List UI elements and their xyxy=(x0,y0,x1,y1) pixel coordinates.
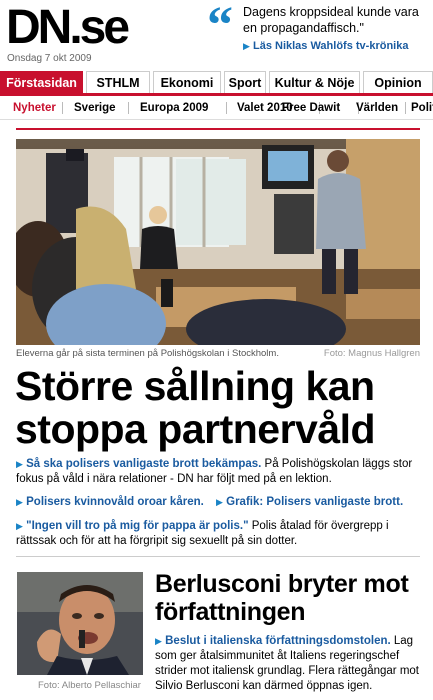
section-divider xyxy=(16,128,420,130)
tab-opinion[interactable]: Opinion xyxy=(363,71,433,93)
article-link[interactable]: Så ska polisers vanligaste brott bekämpa… xyxy=(26,458,261,470)
promo-quote[interactable]: Dagens kroppsideal kunde vara en propaga… xyxy=(243,4,433,36)
classroom-illustration xyxy=(16,139,420,345)
article-link[interactable]: Beslut i italienska författningsdomstole… xyxy=(165,635,391,647)
arrow-right-icon: ▶ xyxy=(16,497,23,507)
sub-nav: Nyheter Sverige Europa 2009 Valet 2010 F… xyxy=(0,97,433,120)
arrow-right-icon: ▶ xyxy=(243,41,250,51)
story-headline[interactable]: Berlusconi bryter mot författningen xyxy=(155,570,425,626)
lead-headline[interactable]: Större sållning kan stoppa partnervåld xyxy=(15,365,425,451)
tab-ekonomi[interactable]: Ekonomi xyxy=(153,71,221,93)
arrow-right-icon: ▶ xyxy=(16,459,23,469)
subnav-free-dawit[interactable]: Free Dawit xyxy=(282,97,340,119)
site-logo[interactable]: DN.se xyxy=(6,4,130,52)
divider xyxy=(405,102,406,114)
current-date: Onsdag 7 okt 2009 xyxy=(7,53,92,64)
tab-forstasidan[interactable]: Förstasidan xyxy=(0,71,83,93)
story-photo-classroom[interactable] xyxy=(16,139,420,345)
divider xyxy=(128,102,129,114)
subnav-varlden[interactable]: Världen xyxy=(356,97,398,119)
tab-kultur-noje[interactable]: Kultur & Nöje xyxy=(269,71,360,93)
photo-credit: Foto: Magnus Hallgren xyxy=(323,348,420,359)
tab-sport[interactable]: Sport xyxy=(224,71,266,93)
subnav-nyheter[interactable]: Nyheter xyxy=(13,97,56,119)
column-promo: Dagens kroppsideal kunde vara en propaga… xyxy=(243,4,433,54)
related-link[interactable]: "Ingen vill tro på mig för pappa är poli… xyxy=(26,520,248,532)
arrow-right-icon: ▶ xyxy=(16,521,23,531)
lead-intro: ▶ Så ska polisers vanligaste brott bekäm… xyxy=(16,457,424,487)
promo-link[interactable]: ▶ Läs Niklas Wahlöfs tv-krönika xyxy=(243,38,433,54)
subnav-europa-2009[interactable]: Europa 2009 xyxy=(140,97,208,119)
quote-icon: “ xyxy=(207,0,233,54)
promo-link-label: Läs Niklas Wahlöfs tv-krönika xyxy=(252,40,409,52)
story-photo-berlusconi[interactable] xyxy=(17,572,143,675)
related-links: ▶ Polisers kvinnovåld oroar kåren. ▶ Gra… xyxy=(16,496,424,508)
tab-sthlm[interactable]: STHLM xyxy=(86,71,150,93)
related-link[interactable]: Polisers kvinnovåld oroar kåren. xyxy=(26,496,204,508)
graphic-link[interactable]: Grafik: Polisers vanligaste brott. xyxy=(226,496,403,508)
divider xyxy=(226,102,227,114)
arrow-right-icon: ▶ xyxy=(216,497,223,507)
photo-caption: Eleverna går på sista terminen på Polish… xyxy=(16,348,279,359)
story-text: ▶ Beslut i italienska författningsdomsto… xyxy=(155,634,423,694)
subnav-sverige[interactable]: Sverige xyxy=(74,97,116,119)
arrow-right-icon: ▶ xyxy=(155,636,162,646)
subnav-politik[interactable]: Polit xyxy=(411,97,433,119)
portrait-illustration xyxy=(17,572,143,675)
story-divider xyxy=(16,556,420,557)
photo-credit: Foto: Alberto Pellaschiar xyxy=(38,680,141,691)
main-nav: Förstasidan STHLM Ekonomi Sport Kultur &… xyxy=(0,71,433,96)
divider xyxy=(62,102,63,114)
related-story: ▶ "Ingen vill tro på mig för pappa är po… xyxy=(16,519,424,549)
